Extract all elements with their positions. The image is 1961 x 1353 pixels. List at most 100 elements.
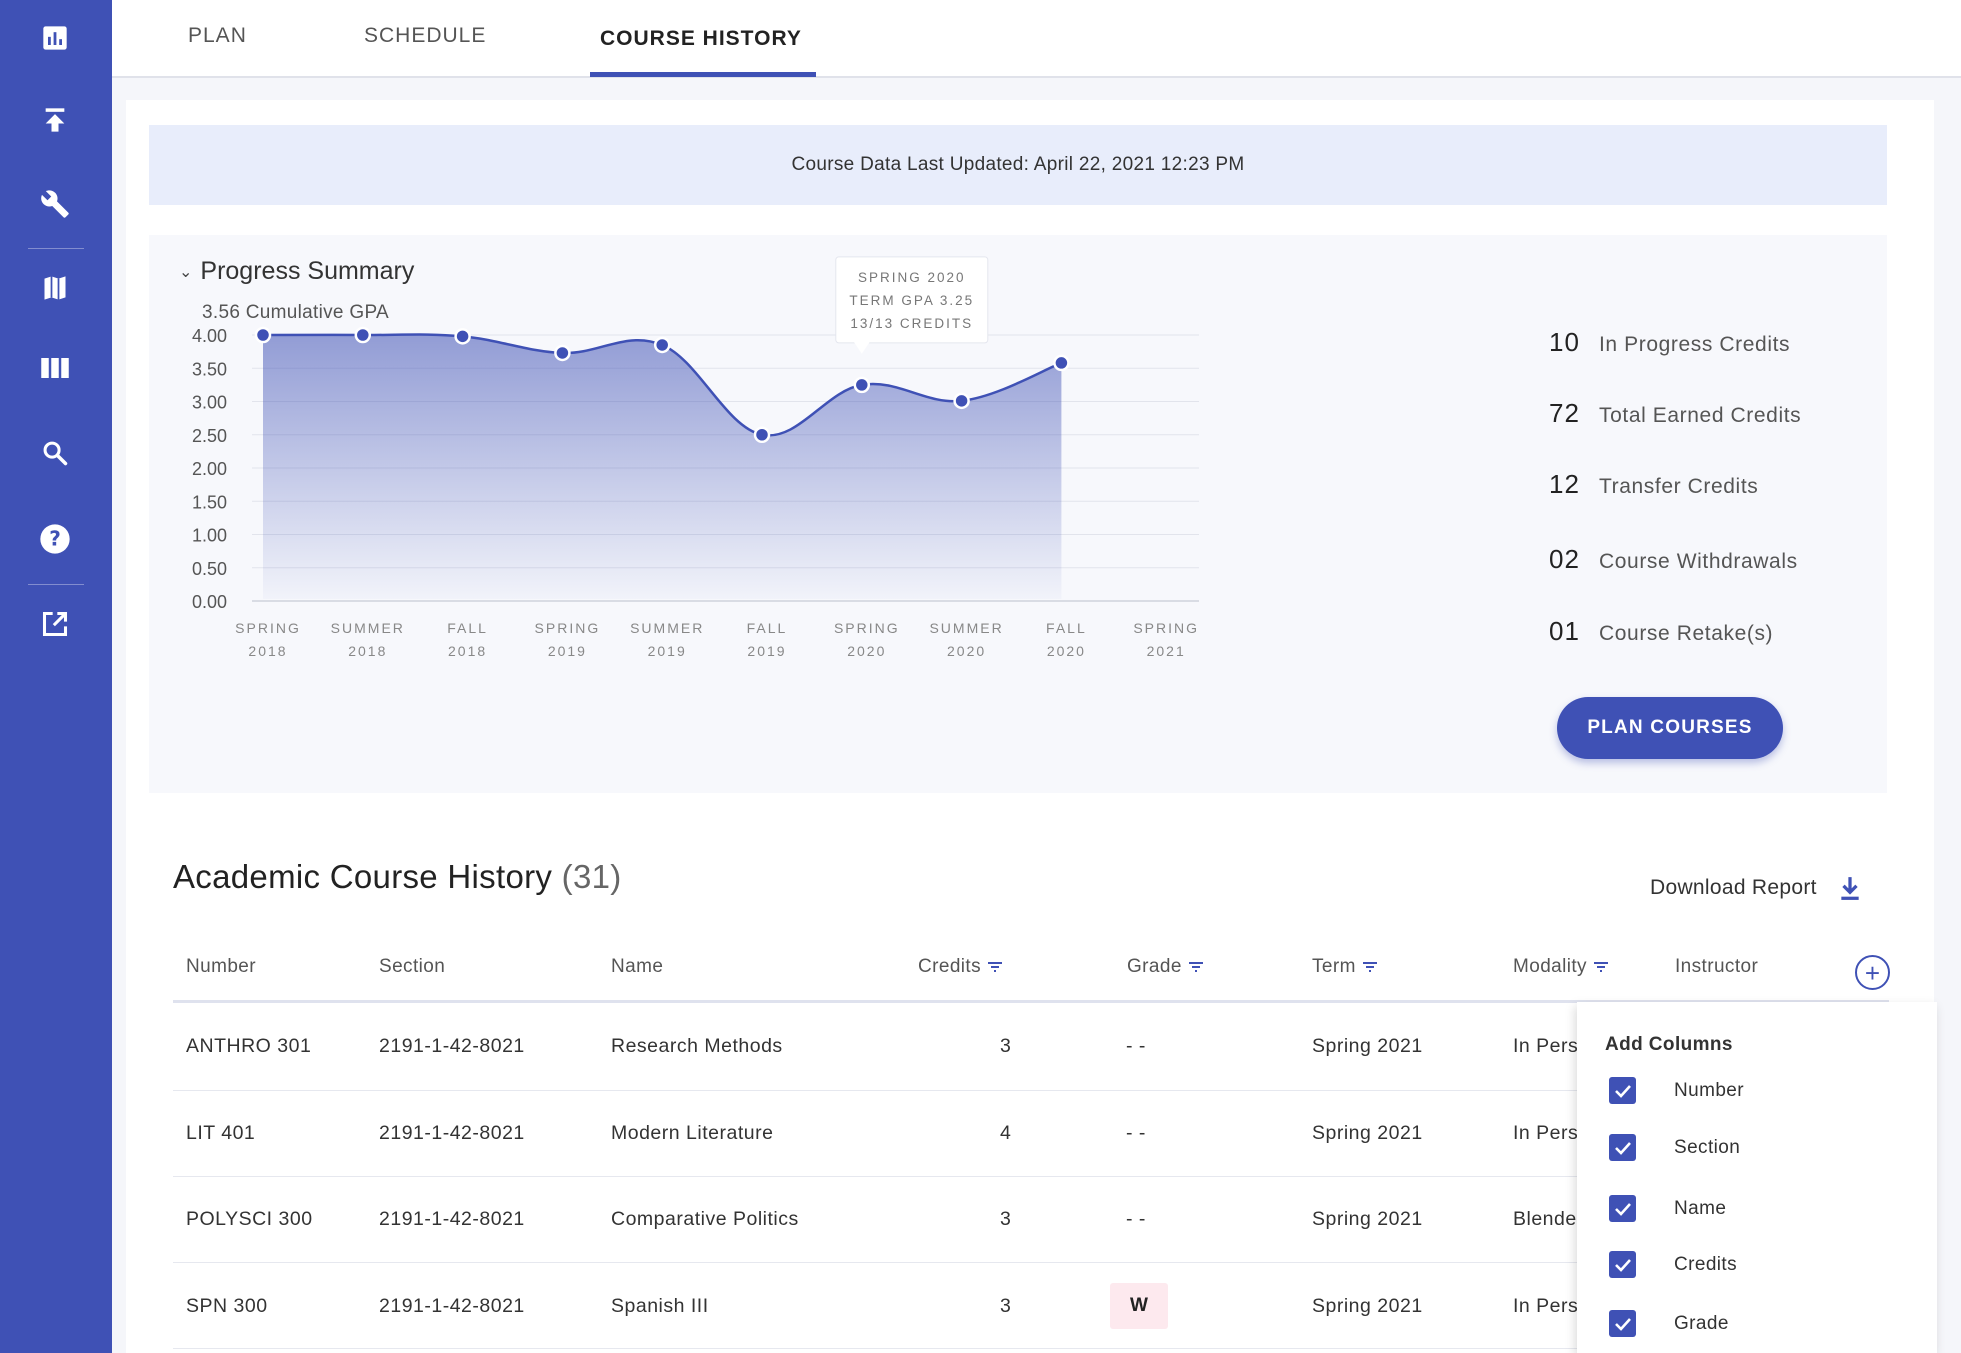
add-column-button[interactable]: + [1855, 955, 1890, 990]
checkbox-checked[interactable] [1609, 1310, 1636, 1337]
column-header-modality[interactable]: Modality [1513, 956, 1609, 978]
column-header-instructor[interactable]: Instructor [1675, 956, 1758, 978]
data-point [655, 338, 669, 352]
cell-modality: In Pers [1513, 1295, 1578, 1318]
column-toggle-label: Number [1674, 1080, 1744, 1102]
check-icon [1614, 1084, 1632, 1098]
sidebar-divider [28, 584, 84, 585]
check-icon [1614, 1141, 1632, 1155]
column-header-grade[interactable]: Grade [1127, 956, 1204, 978]
y-tick-label: 0.00 [192, 592, 227, 612]
search-icon[interactable] [31, 429, 79, 477]
open-external-icon[interactable] [31, 600, 79, 648]
column-header-credits[interactable]: Credits [918, 956, 1003, 978]
cell-modality: In Pers [1513, 1035, 1578, 1058]
y-tick-label: 4.00 [192, 326, 227, 346]
cell-number: SPN 300 [186, 1295, 268, 1318]
column-header-label: Modality [1513, 956, 1587, 978]
x-tick-label: 2020 [847, 643, 886, 659]
cell-credits: 3 [1000, 1035, 1011, 1058]
tab-plan[interactable]: PLAN [188, 24, 247, 48]
stat-label: In Progress Credits [1599, 333, 1790, 357]
cell-name: Spanish III [611, 1295, 709, 1318]
column-toggle-section[interactable]: Section [1609, 1134, 1740, 1161]
x-tick-label: FALL [447, 620, 488, 636]
column-header-label: Credits [918, 956, 981, 978]
help-icon[interactable]: ? [31, 515, 79, 563]
active-tab-indicator [590, 72, 816, 77]
checkbox-checked[interactable] [1609, 1195, 1636, 1222]
stat-label: Total Earned Credits [1599, 404, 1801, 428]
x-tick-label: 2020 [947, 643, 986, 659]
data-point [855, 378, 869, 392]
filter-icon[interactable] [1593, 961, 1609, 973]
map-icon[interactable] [31, 264, 79, 312]
column-toggle-name[interactable]: Name [1609, 1195, 1726, 1222]
column-toggle-label: Grade [1674, 1313, 1729, 1335]
cell-number: POLYSCI 300 [186, 1208, 313, 1231]
cell-term: Spring 2021 [1312, 1122, 1423, 1145]
stat-value: 02 [1549, 544, 1599, 575]
column-header-name[interactable]: Name [611, 956, 663, 978]
course-history-heading: Academic Course History [173, 858, 552, 895]
checkbox-checked[interactable] [1609, 1134, 1636, 1161]
x-tick-label: 2020 [1047, 643, 1086, 659]
download-report-label: Download Report [1650, 876, 1817, 900]
column-header-section[interactable]: Section [379, 956, 445, 978]
download-report-button[interactable]: Download Report [1650, 875, 1861, 901]
row-divider [173, 1090, 1583, 1091]
checkbox-checked[interactable] [1609, 1077, 1636, 1104]
sidebar-divider [28, 248, 84, 249]
tooltip-line: 13/13 CREDITS [850, 316, 973, 331]
cell-name: Comparative Politics [611, 1208, 799, 1231]
chart-icon[interactable] [31, 14, 79, 62]
tooltip-arrow [854, 342, 870, 354]
plan-courses-button[interactable]: PLAN COURSES [1557, 697, 1783, 759]
cell-name: Modern Literature [611, 1122, 773, 1145]
column-header-number[interactable]: Number [186, 956, 256, 978]
upload-icon[interactable] [31, 96, 79, 144]
x-tick-label: 2018 [448, 643, 487, 659]
x-tick-label: SPRING [535, 620, 601, 636]
cell-grade: - - [1126, 1208, 1146, 1231]
checkbox-checked[interactable] [1609, 1251, 1636, 1278]
gpa-area-chart: 4.003.503.002.502.001.501.000.500.00SPRI… [149, 235, 1349, 793]
row-divider [173, 1348, 1583, 1349]
add-columns-title: Add Columns [1605, 1034, 1733, 1056]
y-tick-label: 1.50 [192, 492, 227, 512]
columns-icon[interactable] [31, 344, 79, 392]
filter-icon[interactable] [1362, 961, 1378, 973]
x-tick-label: 2021 [1147, 643, 1186, 659]
check-icon [1614, 1258, 1632, 1272]
wrench-icon[interactable] [31, 180, 79, 228]
y-tick-label: 2.50 [192, 426, 227, 446]
tab-schedule[interactable]: SCHEDULE [364, 24, 486, 48]
y-tick-label: 0.50 [192, 559, 227, 579]
cell-term: Spring 2021 [1312, 1208, 1423, 1231]
column-toggle-grade[interactable]: Grade [1609, 1310, 1729, 1337]
filter-icon[interactable] [987, 961, 1003, 973]
filter-icon[interactable] [1188, 961, 1204, 973]
course-history-title: Academic Course History (31) [173, 858, 622, 896]
data-point [256, 328, 270, 342]
last-updated-text: Course Data Last Updated: April 22, 2021… [791, 154, 1244, 176]
stat-value: 10 [1549, 327, 1599, 358]
column-header-label: Term [1312, 956, 1356, 978]
column-toggle-label: Section [1674, 1137, 1740, 1159]
column-toggle-label: Credits [1674, 1254, 1737, 1276]
download-icon [1839, 875, 1861, 901]
stat-value: 12 [1549, 469, 1599, 500]
cell-credits: 3 [1000, 1295, 1011, 1318]
column-header-term[interactable]: Term [1312, 956, 1378, 978]
data-point [755, 428, 769, 442]
tab-course-history[interactable]: COURSE HISTORY [600, 27, 802, 51]
top-tab-bar: PLAN SCHEDULE COURSE HISTORY [112, 0, 1961, 78]
column-toggle-number[interactable]: Number [1609, 1077, 1744, 1104]
plus-icon: + [1865, 960, 1880, 986]
data-point [955, 394, 969, 408]
x-tick-label: SPRING [834, 620, 900, 636]
column-toggle-credits[interactable]: Credits [1609, 1251, 1737, 1278]
stat-value: 01 [1549, 616, 1599, 647]
cell-credits: 4 [1000, 1122, 1011, 1145]
cell-section: 2191-1-42-8021 [379, 1122, 525, 1145]
